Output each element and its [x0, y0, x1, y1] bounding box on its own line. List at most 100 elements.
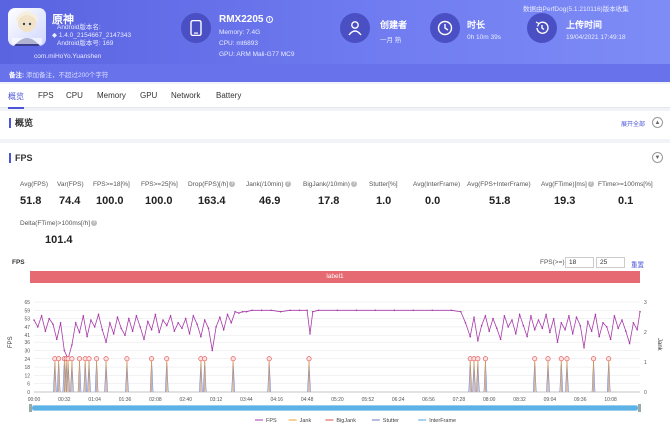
fps-point	[150, 328, 153, 331]
tab-cpu[interactable]: CPU	[66, 91, 83, 100]
metric-label-avg-fps-interframe: Avg(FPS+InterFrame)	[467, 181, 531, 188]
x-tick-label: 02:08	[149, 397, 162, 403]
expand-icon[interactable]: ▼	[652, 152, 663, 163]
metric-label-var-fps: Var(FPS)	[57, 181, 84, 188]
fps-point	[48, 317, 50, 320]
fps-point	[609, 338, 612, 341]
fps-point	[78, 331, 81, 334]
help-icon[interactable]: ?	[350, 181, 357, 188]
fps-threshold-input-1[interactable]: 18	[565, 257, 594, 268]
collapse-icon[interactable]: ▲	[652, 117, 663, 128]
tab-memory[interactable]: Memory	[97, 91, 126, 100]
metric-value-drop-fps: 163.4	[198, 195, 226, 207]
help-icon[interactable]: ?	[284, 181, 291, 188]
fps-point	[602, 321, 604, 324]
y-tick-label: 53	[24, 317, 30, 323]
fps-point	[639, 310, 641, 313]
y2-tick-label: 1	[644, 360, 647, 366]
x-tick-label: 03:12	[210, 397, 223, 403]
expand-all-link[interactable]: 展开全部	[621, 119, 645, 128]
overview-title: 概览	[9, 118, 33, 128]
help-icon[interactable]: ?	[587, 181, 594, 188]
reset-button[interactable]: 重置	[631, 259, 644, 269]
scroll-handle-right[interactable]	[638, 404, 641, 412]
fps-point	[97, 313, 100, 316]
fps-point	[177, 321, 179, 324]
fps-point	[459, 310, 462, 313]
fps-point	[181, 327, 183, 330]
metric-value-avg-interframe: 0.0	[425, 195, 441, 207]
fps-point	[514, 333, 517, 335]
y-tick-label: 47	[24, 325, 30, 331]
device-cpu: CPU: mt6893	[219, 40, 259, 47]
y-axis-label: FPS	[8, 336, 14, 348]
notes-label: 备注:	[9, 72, 25, 79]
metric-value-delta-ftime: 101.4	[45, 234, 73, 246]
x-tick-label: 03:44	[240, 397, 253, 403]
bigjank-marker	[475, 356, 481, 362]
tab-bar: 概览 FPS CPU Memory GPU Network Battery	[0, 84, 670, 109]
bigjank-marker	[545, 356, 551, 362]
fps-point	[116, 316, 119, 319]
fps-point	[606, 326, 608, 328]
history-icon	[527, 13, 557, 43]
tab-battery[interactable]: Battery	[216, 91, 241, 100]
fps-point	[143, 338, 145, 341]
metric-label-stutter: Stutter[%]	[369, 181, 398, 188]
bigjank-marker	[202, 356, 208, 362]
x-tick-label: 07:28	[453, 397, 466, 403]
fps-point	[173, 330, 176, 332]
tab-gpu[interactable]: GPU	[140, 91, 157, 100]
notes-input[interactable]: 添加备注，不超过200个字符	[26, 69, 108, 79]
fps-point	[158, 331, 160, 334]
y-tick-label: 41	[24, 333, 30, 339]
chart-title: FPS	[12, 259, 25, 266]
metric-label-jank: Jank(/10min)?	[246, 181, 291, 188]
fps-point	[203, 319, 206, 321]
device-name: RMX2205 i	[219, 14, 274, 25]
label-bar[interactable]: label1	[30, 271, 640, 283]
info-icon[interactable]: i	[266, 15, 274, 23]
fps-point	[594, 313, 597, 316]
bigjank-marker	[266, 356, 272, 362]
app-meta: Android版本名: ◆ 1.4.0_2154667_2147343 Andr…	[52, 24, 131, 48]
fps-point	[245, 310, 248, 313]
fps-point	[306, 309, 308, 312]
fps-point	[545, 313, 547, 316]
fps-point	[52, 323, 54, 325]
y2-tick-label: 3	[644, 300, 647, 306]
timeline-scrollbar-thumb[interactable]	[32, 405, 638, 411]
fps-point	[211, 349, 214, 352]
y-tick-label: 65	[24, 300, 30, 306]
fps-point	[552, 317, 555, 320]
tab-network[interactable]: Network	[171, 91, 200, 100]
tab-overview[interactable]: 概览	[8, 91, 24, 109]
fps-chart[interactable]: 0612182430364147535965 0123 00:00 00:32 01…	[0, 286, 670, 426]
fps-point	[71, 344, 73, 346]
y-tick-label: 36	[24, 340, 30, 346]
bigjank-marker	[77, 356, 83, 362]
tab-fps[interactable]: FPS	[38, 91, 54, 100]
fps-threshold-input-2[interactable]: 25	[596, 257, 625, 268]
x-tick-label: 05:20	[331, 397, 344, 403]
bigjank-marker	[124, 356, 130, 362]
x-tick-label: 00:00	[28, 397, 41, 403]
legend-entry: Jank	[300, 418, 312, 424]
fps-point	[101, 328, 104, 331]
help-icon[interactable]: ?	[91, 220, 98, 227]
fps-point	[82, 315, 85, 317]
fps-point	[312, 310, 314, 313]
scroll-handle-left[interactable]	[29, 404, 32, 412]
fps-point	[579, 324, 582, 327]
legend-entry: Stutter	[383, 418, 399, 424]
fps-point	[522, 324, 525, 327]
fps-point	[636, 328, 638, 331]
help-icon[interactable]: ?	[229, 181, 236, 188]
fps-point	[105, 341, 107, 343]
y-tick-label: 12	[24, 373, 30, 379]
y2-tick-label: 2	[644, 330, 647, 336]
bigjank-marker	[591, 356, 597, 362]
notes-bar[interactable]: 备注: 添加备注，不超过200个字符	[0, 64, 670, 82]
fps-point	[583, 346, 585, 349]
fps-point	[109, 321, 111, 324]
